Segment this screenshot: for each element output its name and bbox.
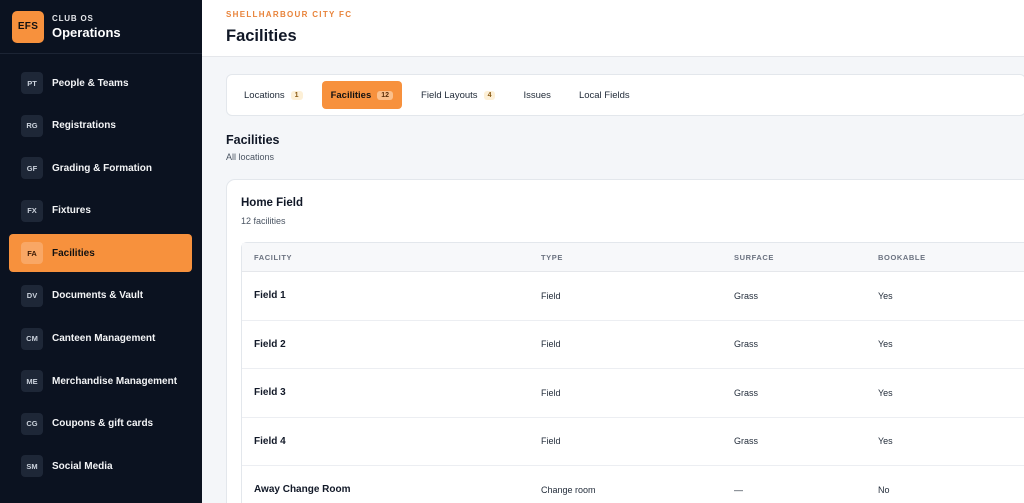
registrations-icon: RG bbox=[21, 114, 43, 137]
facilities-icon: FA bbox=[21, 242, 43, 265]
facility-type: Field bbox=[541, 436, 561, 447]
tab-local-fields[interactable]: Local Fields bbox=[570, 81, 639, 109]
section-subtitle: All locations bbox=[226, 152, 275, 162]
tab-count-badge: 1 bbox=[290, 90, 303, 100]
tab-count-badge: 12 bbox=[377, 90, 394, 100]
brand[interactable]: EFS CLUB OS Operations bbox=[0, 0, 202, 54]
facility-type: Field bbox=[541, 339, 561, 350]
location-card: Home Field 12 facilities FACILITY TYPE S… bbox=[226, 179, 1024, 503]
column-header-type[interactable]: TYPE bbox=[541, 253, 734, 262]
section-header: Facilities All locations bbox=[226, 133, 280, 162]
tab-label: Field Layouts bbox=[421, 89, 478, 101]
table-row[interactable]: Field 1 Field Grass Yes bbox=[242, 272, 1024, 321]
card-subtitle: 12 facilities bbox=[241, 216, 286, 226]
sidebar-item-facilities[interactable]: FA Facilities bbox=[9, 234, 192, 273]
sidebar-item-label: Social Media bbox=[52, 460, 113, 472]
facility-surface: — bbox=[734, 484, 743, 495]
grading-formation-icon: GF bbox=[21, 157, 43, 180]
facility-surface: Grass bbox=[734, 387, 759, 398]
tab-locations[interactable]: Locations 1 bbox=[235, 81, 312, 109]
sidebar-item-coupons-gift-cards[interactable]: CG Coupons & gift cards bbox=[9, 405, 192, 443]
facility-name: Field 2 bbox=[254, 338, 286, 350]
tab-label: Facilities bbox=[330, 89, 372, 101]
page-title: Facilities bbox=[226, 27, 297, 45]
sidebar-item-label: People & Teams bbox=[52, 77, 129, 89]
canteen-management-icon: CM bbox=[21, 327, 43, 350]
sidebar-item-merchandise-management[interactable]: ME Merchandise Management bbox=[9, 362, 192, 400]
sidebar-item-canteen-management[interactable]: CM Canteen Management bbox=[9, 320, 192, 358]
sidebar-item-label: Facilities bbox=[52, 247, 95, 259]
facility-bookable: Yes bbox=[878, 290, 893, 301]
brand-title: Operations bbox=[52, 24, 121, 40]
sidebar-item-people-teams[interactable]: PT People & Teams bbox=[9, 64, 192, 102]
column-header-bookable[interactable]: BOOKABLE bbox=[878, 253, 1024, 262]
brand-subtitle: CLUB OS bbox=[52, 13, 94, 23]
fixtures-icon: FX bbox=[21, 199, 43, 222]
sidebar-item-registrations[interactable]: RG Registrations bbox=[9, 107, 192, 145]
tab-facilities[interactable]: Facilities 12 bbox=[321, 81, 403, 109]
facility-name: Field 4 bbox=[254, 435, 286, 447]
tab-issues[interactable]: Issues bbox=[514, 81, 559, 109]
sidebar: EFS CLUB OS Operations PT People & Teams… bbox=[0, 0, 202, 503]
sidebar-item-label: Fixtures bbox=[52, 205, 91, 217]
page-header: SHELLHARBOUR CITY FC Facilities bbox=[202, 0, 1024, 57]
facility-name: Field 1 bbox=[254, 290, 286, 302]
social-media-icon: SM bbox=[21, 455, 43, 478]
facility-name: Away Change Room bbox=[254, 484, 351, 496]
sidebar-item-fixtures[interactable]: FX Fixtures bbox=[9, 192, 192, 230]
sidebar-item-label: Registrations bbox=[52, 120, 116, 132]
facility-type: Change room bbox=[541, 484, 596, 495]
table-header: FACILITY TYPE SURFACE BOOKABLE bbox=[242, 243, 1024, 272]
sidebar-item-documents-vault[interactable]: DV Documents & Vault bbox=[9, 277, 192, 315]
tab-label: Locations bbox=[244, 89, 285, 101]
table-row[interactable]: Field 3 Field Grass Yes bbox=[242, 369, 1024, 418]
people-teams-icon: PT bbox=[21, 72, 43, 94]
table-row[interactable]: Field 4 Field Grass Yes bbox=[242, 418, 1024, 466]
tab-field-layouts[interactable]: Field Layouts 4 bbox=[412, 81, 504, 109]
column-header-facility[interactable]: FACILITY bbox=[242, 253, 541, 262]
sidebar-nav: PT People & Teams RG Registrations GF Gr… bbox=[0, 54, 202, 485]
club-name: SHELLHARBOUR CITY FC bbox=[226, 10, 353, 19]
sidebar-item-label: Grading & Formation bbox=[52, 162, 152, 174]
facility-name: Field 3 bbox=[254, 387, 286, 399]
coupons-gift-cards-icon: CG bbox=[21, 412, 43, 435]
section-title: Facilities bbox=[226, 133, 280, 147]
sidebar-item-label: Coupons & gift cards bbox=[52, 418, 154, 430]
card-title: Home Field bbox=[241, 197, 303, 209]
sidebar-item-label: Documents & Vault bbox=[52, 290, 144, 302]
facility-type: Field bbox=[541, 387, 561, 398]
sidebar-item-label: Merchandise Management bbox=[52, 375, 178, 387]
column-header-surface[interactable]: SURFACE bbox=[734, 253, 878, 262]
facility-type: Field bbox=[541, 290, 561, 301]
facility-surface: Grass bbox=[734, 436, 759, 447]
sidebar-item-label: Canteen Management bbox=[52, 333, 156, 345]
sidebar-item-social-media[interactable]: SM Social Media bbox=[9, 447, 192, 485]
facility-bookable: Yes bbox=[878, 436, 893, 447]
tab-count-badge: 4 bbox=[483, 90, 496, 100]
brand-logo: EFS bbox=[12, 10, 44, 43]
facility-bookable: No bbox=[878, 484, 890, 495]
facility-bookable: Yes bbox=[878, 387, 893, 398]
table-row[interactable]: Field 2 Field Grass Yes bbox=[242, 321, 1024, 369]
tab-bar: Locations 1 Facilities 12 Field Layouts … bbox=[226, 74, 1024, 116]
merchandise-management-icon: ME bbox=[21, 370, 43, 393]
facility-bookable: Yes bbox=[878, 339, 893, 350]
facility-surface: Grass bbox=[734, 339, 759, 350]
facility-surface: Grass bbox=[734, 290, 759, 301]
documents-vault-icon: DV bbox=[21, 284, 43, 307]
tab-label: Issues bbox=[523, 89, 551, 101]
table-row[interactable]: Away Change Room Change room — No bbox=[242, 466, 1024, 503]
sidebar-item-grading-formation[interactable]: GF Grading & Formation bbox=[9, 149, 192, 187]
tab-label: Local Fields bbox=[578, 89, 630, 101]
facilities-table: FACILITY TYPE SURFACE BOOKABLE Field 1 F… bbox=[241, 242, 1024, 503]
